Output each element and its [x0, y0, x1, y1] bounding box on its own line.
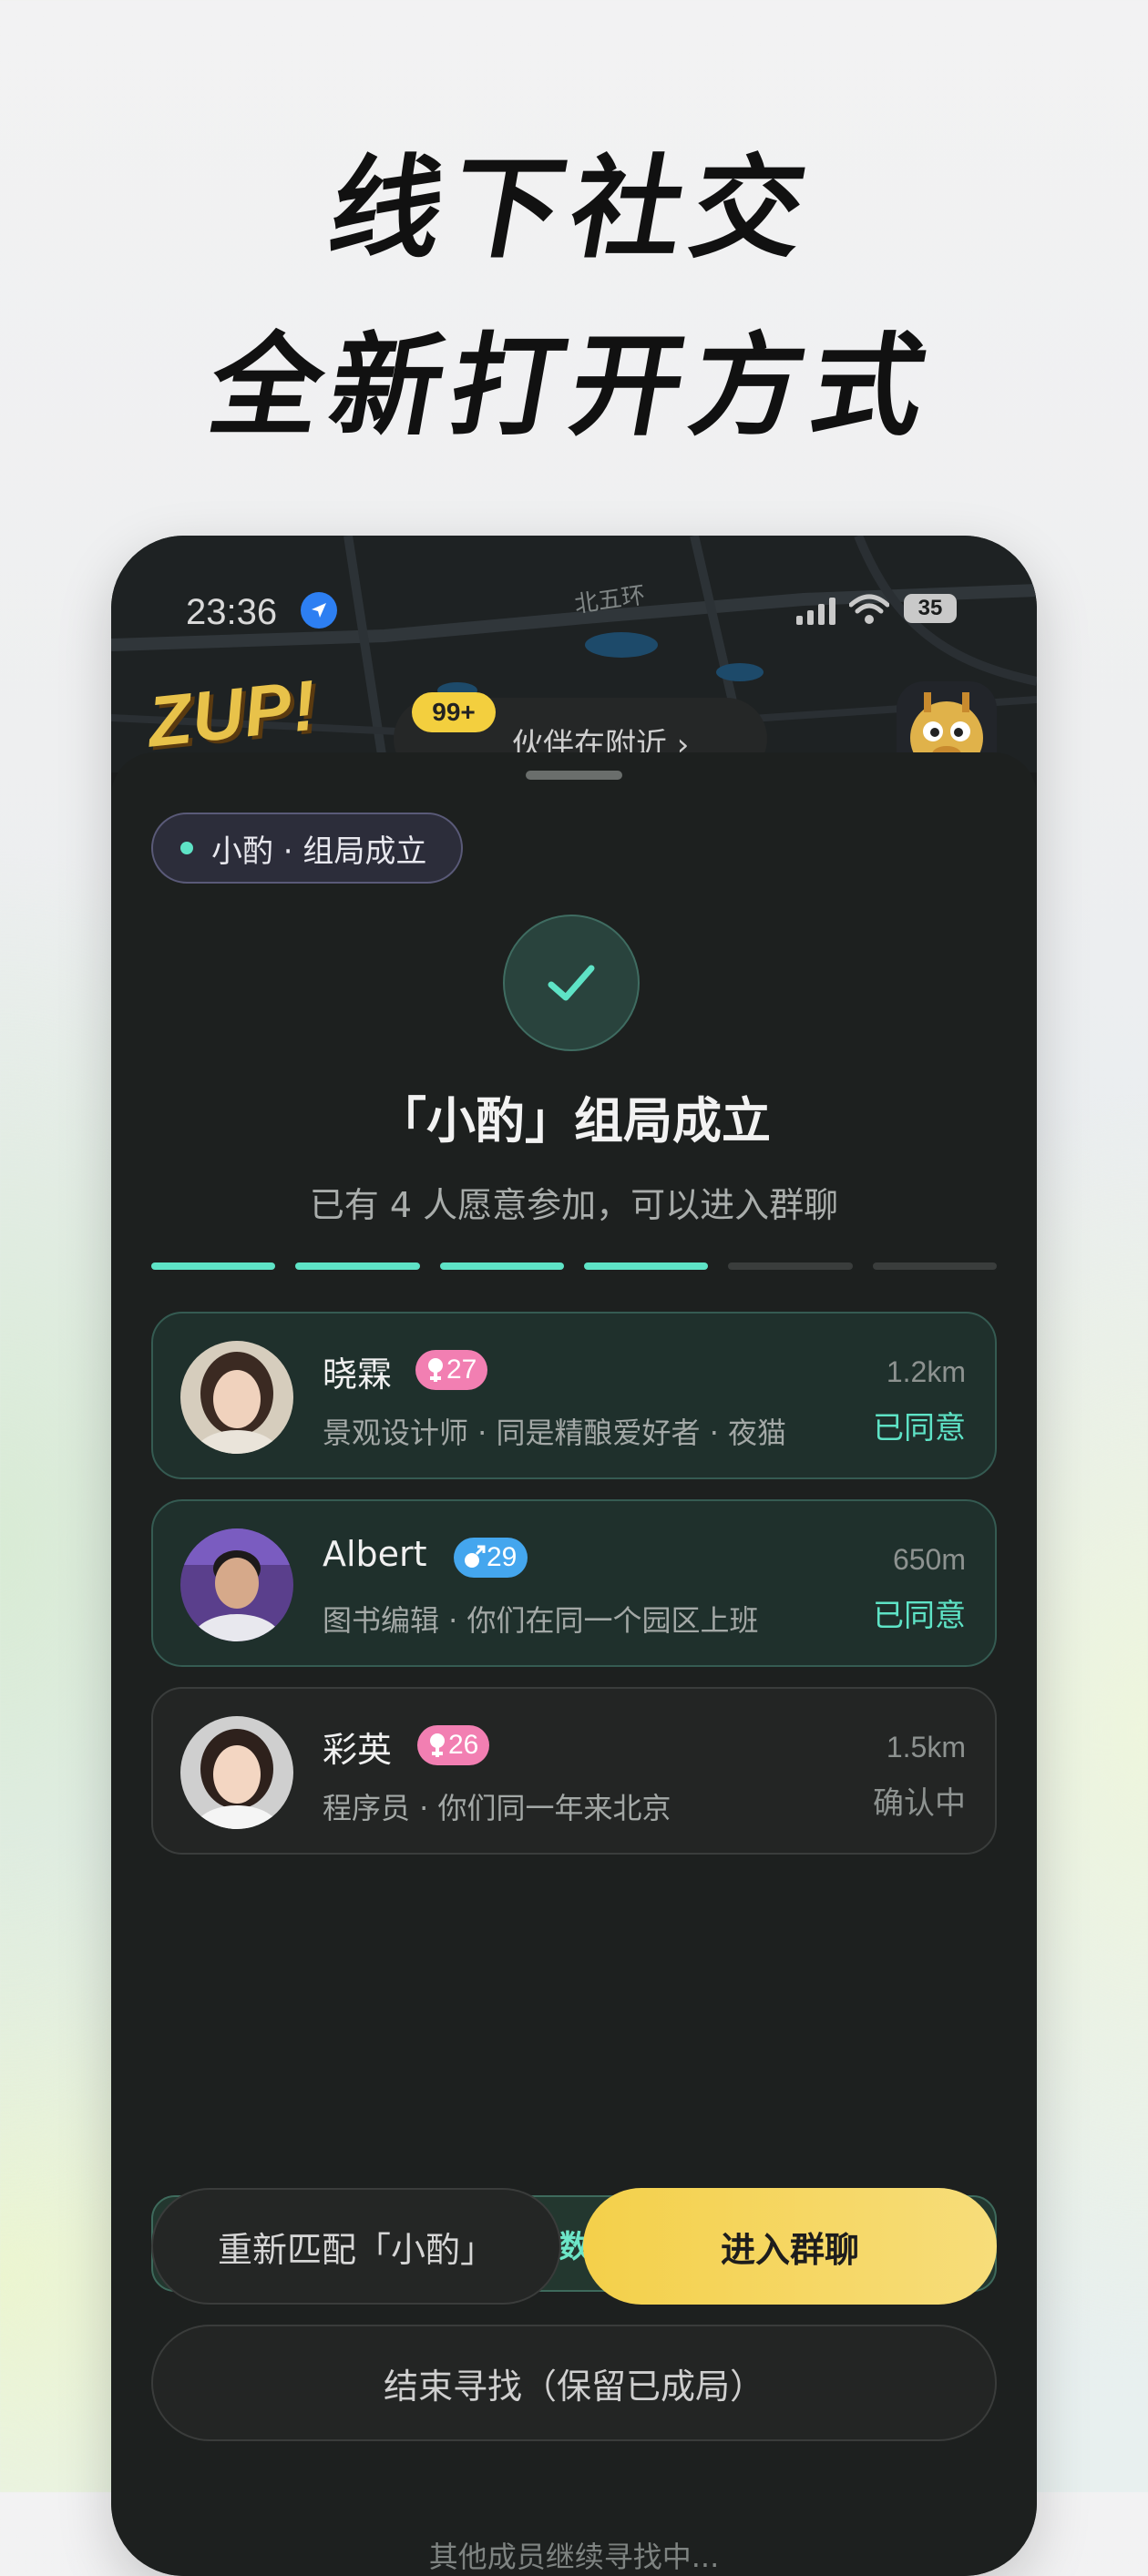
progress-segment-filled — [439, 1262, 564, 1270]
member-status: 已同意 — [873, 1410, 966, 1446]
gender-age-badge: 29 — [454, 1538, 528, 1578]
result-subtitle: 已有 4 人愿意参加，可以进入群聊 — [309, 1185, 839, 1225]
status-chip: 小酌 · 组局成立 — [151, 813, 463, 884]
nearby-count-badge: 99+ — [412, 692, 496, 732]
member-age: 26 — [448, 1730, 479, 1760]
member-name: Albert — [323, 1534, 427, 1574]
progress-segment-empty — [872, 1262, 997, 1270]
member-distance: 650m — [892, 1543, 966, 1576]
searching-status: 其他成员继续寻找中... — [428, 2540, 720, 2574]
member-name: 晓霖 — [323, 1354, 393, 1395]
status-chip-label: 小酌 · 组局成立 — [211, 833, 427, 870]
female-symbol-icon — [428, 1358, 443, 1382]
progress-segment-empty — [728, 1262, 853, 1270]
participant-progress-bar — [151, 1262, 997, 1270]
member-distance: 1.5km — [886, 1731, 966, 1763]
enter-group-chat-button[interactable]: 进入群聊 — [583, 2188, 997, 2305]
sheet-drag-handle[interactable] — [526, 771, 622, 780]
progress-segment-filled — [295, 1262, 420, 1270]
progress-segment-filled — [583, 1262, 709, 1270]
member-card[interactable]: Albert 29 图书编辑 · 你们在同一个园区上班 650m 已同意 — [151, 1499, 997, 1667]
progress-segment-filled — [151, 1262, 276, 1270]
female-symbol-icon — [430, 1733, 445, 1757]
app-logo: ZUP! — [143, 664, 322, 762]
member-name: 彩英 — [323, 1730, 393, 1770]
cellular-signal-icon — [796, 598, 835, 625]
member-status: 确认中 — [873, 1785, 966, 1822]
member-age: 29 — [487, 1542, 518, 1572]
success-check-icon — [503, 915, 640, 1051]
end-search-button[interactable]: 结束寻找（保留已成局） — [151, 2325, 997, 2441]
avatar — [180, 1528, 293, 1641]
member-card[interactable]: 晓霖 27 景观设计师 · 同是精酿爱好者 · 夜猫 1.2km 已同意 — [151, 1312, 997, 1479]
status-time: 23:36 — [186, 592, 278, 632]
member-description: 图书编辑 · 你们在同一个园区上班 — [323, 1603, 759, 1638]
member-distance: 1.2km — [886, 1355, 966, 1388]
group-result-sheet: 小酌 · 组局成立 「小酌」组局成立 已有 4 人愿意参加，可以进入群聊 晓霖 — [111, 752, 1037, 2576]
gender-age-badge: 27 — [415, 1350, 488, 1390]
avatar — [180, 1716, 293, 1829]
male-symbol-icon — [465, 1545, 486, 1568]
gender-age-badge: 26 — [417, 1725, 490, 1765]
member-description: 程序员 · 你们同一年来北京 — [323, 1791, 671, 1825]
member-card[interactable]: 彩英 26 程序员 · 你们同一年来北京 1.5km 确认中 — [151, 1687, 997, 1855]
location-arrow-icon — [301, 592, 337, 629]
member-description: 景观设计师 · 同是精酿爱好者 · 夜猫 — [323, 1416, 787, 1450]
status-dot-icon — [180, 842, 193, 854]
headline-line-2: 全新打开方式 — [200, 322, 945, 451]
member-status: 已同意 — [873, 1598, 966, 1634]
wifi-icon — [849, 594, 889, 624]
avatar — [180, 1341, 293, 1454]
headline-line-1: 线下社交 — [320, 144, 825, 273]
battery-indicator: 35 — [904, 594, 957, 623]
member-age: 27 — [446, 1354, 477, 1385]
rematch-button[interactable]: 重新匹配「小酌」 — [151, 2188, 561, 2305]
phone-screen: 23:36 35 北五环 ZUP! 99+ 伙伴在附近 › 小酌 · 组局成立 … — [111, 536, 1037, 2576]
result-title: 「小酌」组局成立 — [377, 1092, 771, 1150]
